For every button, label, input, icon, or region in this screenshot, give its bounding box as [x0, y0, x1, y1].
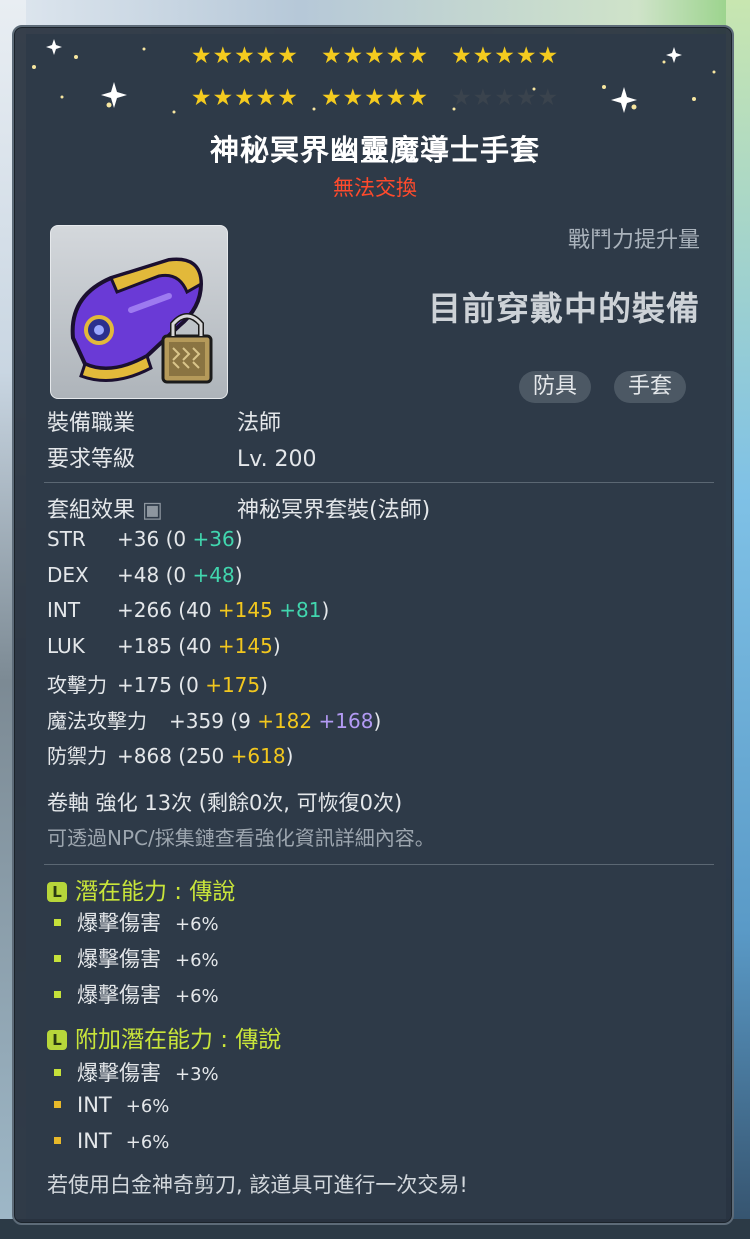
potential-line: INT +6% [54, 1093, 169, 1117]
divider [44, 864, 714, 865]
stat-name: LUK [47, 633, 85, 658]
bullet-icon [54, 1069, 61, 1076]
stat-bonus: +48 [192, 562, 235, 587]
potential-stat-value: +3% [175, 1064, 219, 1085]
star-group: ★★★★★ [320, 43, 430, 69]
legendary-badge-icon: L [47, 1030, 67, 1050]
required-level-value: Lv. 200 [237, 447, 317, 472]
item-tooltip: ★★★★★ ★★★★★ ★★★★★ ★★★★★ ★★★★★ ★★★★★ 神秘冥界幽靈魔導… [12, 25, 734, 1225]
enhance-info-note: 可透過NPC/採集鏈查看強化資訊詳細內容。 [47, 826, 435, 850]
stat-base: 250 [186, 744, 225, 768]
stat-bonus: +145 [217, 633, 273, 658]
stat-total: +359 [169, 708, 224, 733]
stat-base: 40 [186, 598, 212, 622]
bullet-icon [54, 955, 61, 962]
potential-stat-name: 爆擊傷害 [77, 947, 161, 971]
potential-line: 爆擊傷害 +6% [54, 907, 219, 937]
bullet-icon [54, 1101, 61, 1108]
stat-row: INT +266 (40 +145 +81) [47, 598, 330, 622]
potential-stat-value: +6% [175, 914, 219, 935]
category-tag-gloves: 手套 [614, 371, 687, 403]
star-group: ★★★★★ [320, 85, 430, 111]
legendary-badge-icon: L [47, 882, 67, 902]
potential-stat-name: 爆擊傷害 [77, 983, 161, 1007]
bullet-icon [54, 919, 61, 926]
trade-status: 無法交換 [333, 176, 417, 200]
potential-header: L 潛在能力 : 傳說 [47, 872, 235, 906]
item-name: 神秘冥界幽靈魔導士手套 [209, 133, 540, 167]
additional-potential-header: L 附加潛在能力 : 傳說 [47, 1020, 281, 1054]
required-job-row: 裝備職業 法師 [47, 405, 281, 437]
stat-bonus: +175 [205, 673, 261, 697]
stat-row: 攻擊力 +175 (0 +175) [47, 669, 268, 698]
potential-line: 爆擊傷害 +6% [54, 943, 219, 973]
potential-stat-value: +6% [125, 1096, 170, 1117]
stat-total: +185 [117, 633, 172, 658]
potential-stat-name: 爆擊傷害 [77, 911, 161, 935]
star-force-row-2: ★★★★★ ★★★★★ ★★★★★ [14, 85, 736, 111]
stat-base: 0 [173, 527, 187, 551]
potential-line: 爆擊傷害 +3% [54, 1057, 219, 1087]
potential-stat-name: INT [77, 1129, 112, 1153]
stat-name: STR [47, 527, 86, 551]
stat-name: DEX [47, 562, 89, 587]
item-icon-frame [50, 225, 228, 399]
platinum-scissors-note: 若使用白金神奇剪刀, 該道具可進行一次交易! [47, 1173, 468, 1197]
potential-stat-name: INT [77, 1093, 112, 1117]
potential-line: INT +6% [54, 1129, 169, 1153]
stat-base: 40 [186, 633, 212, 658]
stat-bonus: +81 [279, 598, 322, 622]
stat-total: +36 [117, 527, 160, 551]
stat-bonus: +145 [217, 598, 273, 622]
star-group: ★★★★★ [190, 43, 299, 69]
star-group: ★★★★★ [451, 43, 560, 69]
potential-stat-value: +6% [125, 1132, 170, 1153]
bullet-icon [54, 1137, 61, 1144]
stat-row: STR +36 (0 +36) [47, 527, 243, 551]
required-job-value: 法師 [237, 411, 282, 436]
divider [44, 482, 714, 483]
stat-row: DEX +48 (0 +48) [47, 562, 243, 587]
required-level-label: 要求等級 [47, 447, 136, 472]
set-effect-value: 神秘冥界套裝(法師) [237, 498, 431, 523]
required-job-label: 裝備職業 [47, 411, 136, 436]
required-level-row: 要求等級 Lv. 200 [47, 441, 317, 473]
bullet-icon [54, 991, 61, 998]
stat-total: +48 [117, 562, 160, 587]
stat-bonus: +168 [318, 708, 374, 733]
stat-base: 9 [238, 708, 251, 733]
glove-icon [70, 257, 213, 384]
set-effect-row: 套組效果 ▣ 神秘冥界套裝(法師) [47, 492, 430, 524]
combat-power-label: 戰鬥力提升量 [567, 228, 700, 253]
stat-bonus: +182 [257, 708, 313, 733]
set-effect-label: 套組效果 ▣ [47, 498, 163, 523]
stat-base: 0 [173, 562, 187, 587]
stat-total: +175 [117, 673, 172, 697]
stat-row: LUK +185 (40 +145) [47, 633, 281, 658]
equipped-status: 目前穿戴中的裝備 [428, 289, 700, 328]
stat-name: 魔法攻擊力 [47, 708, 147, 733]
potential-stat-name: 爆擊傷害 [77, 1061, 161, 1085]
category-tag-armor: 防具 [519, 371, 592, 403]
star-group-empty: ★★★★★ [451, 85, 560, 111]
star-force-row-1: ★★★★★ ★★★★★ ★★★★★ [14, 43, 736, 69]
stat-total: +868 [117, 744, 172, 768]
stat-total: +266 [117, 598, 172, 622]
stat-row: 魔法攻擊力 +359 (9 +182 +168) [47, 705, 381, 734]
stat-name: INT [47, 598, 81, 622]
stat-name: 防禦力 [47, 744, 107, 768]
star-group: ★★★★★ [190, 85, 299, 111]
stat-row: 防禦力 +868 (250 +618) [47, 740, 293, 769]
stat-base: 0 [186, 673, 199, 697]
stat-name: 攻擊力 [47, 673, 107, 697]
stat-bonus: +36 [192, 527, 235, 551]
lock-icon: ▣ [142, 498, 163, 523]
potential-stat-value: +6% [175, 950, 219, 971]
potential-stat-value: +6% [175, 986, 219, 1007]
stat-bonus: +618 [230, 744, 286, 768]
potential-line: 爆擊傷害 +6% [54, 979, 219, 1009]
scroll-upgrade-info: 卷軸 強化 13次 (剩餘0次, 可恢復0次) [47, 791, 403, 815]
